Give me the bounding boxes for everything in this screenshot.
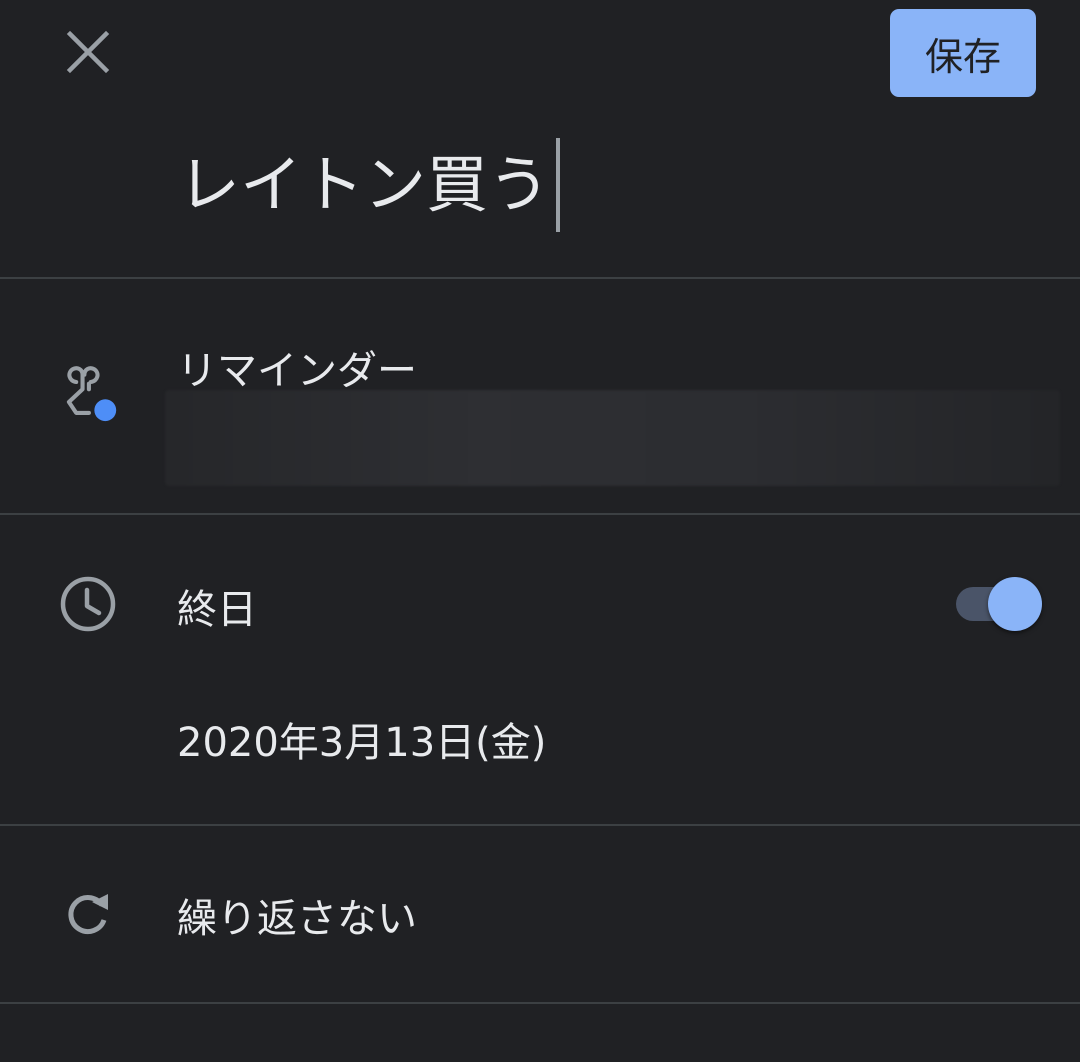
divider	[0, 824, 1080, 826]
redacted-region	[165, 390, 1060, 486]
title-field[interactable]: レイトン買う	[178, 138, 561, 232]
save-button[interactable]: 保存	[890, 9, 1036, 97]
clock-icon	[58, 574, 118, 634]
close-button[interactable]	[50, 16, 126, 92]
task-edit-screen: 保存 レイトン買う リマインダー 終日 2020年3月13日(金) 繰り返さない	[0, 0, 1080, 1062]
hand-tap-icon	[58, 362, 118, 422]
toggle-thumb	[988, 577, 1042, 631]
close-icon	[66, 30, 110, 78]
date-value[interactable]: 2020年3月13日(金)	[177, 710, 546, 768]
all-day-toggle[interactable]	[954, 576, 1046, 634]
divider	[0, 277, 1080, 279]
refresh-icon	[58, 884, 118, 944]
divider	[0, 513, 1080, 515]
all-day-label: 終日	[177, 587, 257, 633]
reminder-label: リマインダー	[177, 348, 417, 394]
text-caret	[556, 138, 561, 232]
repeat-label[interactable]: 繰り返さない	[177, 886, 417, 944]
divider	[0, 1002, 1080, 1004]
title-input[interactable]: レイトン買う	[178, 138, 550, 232]
